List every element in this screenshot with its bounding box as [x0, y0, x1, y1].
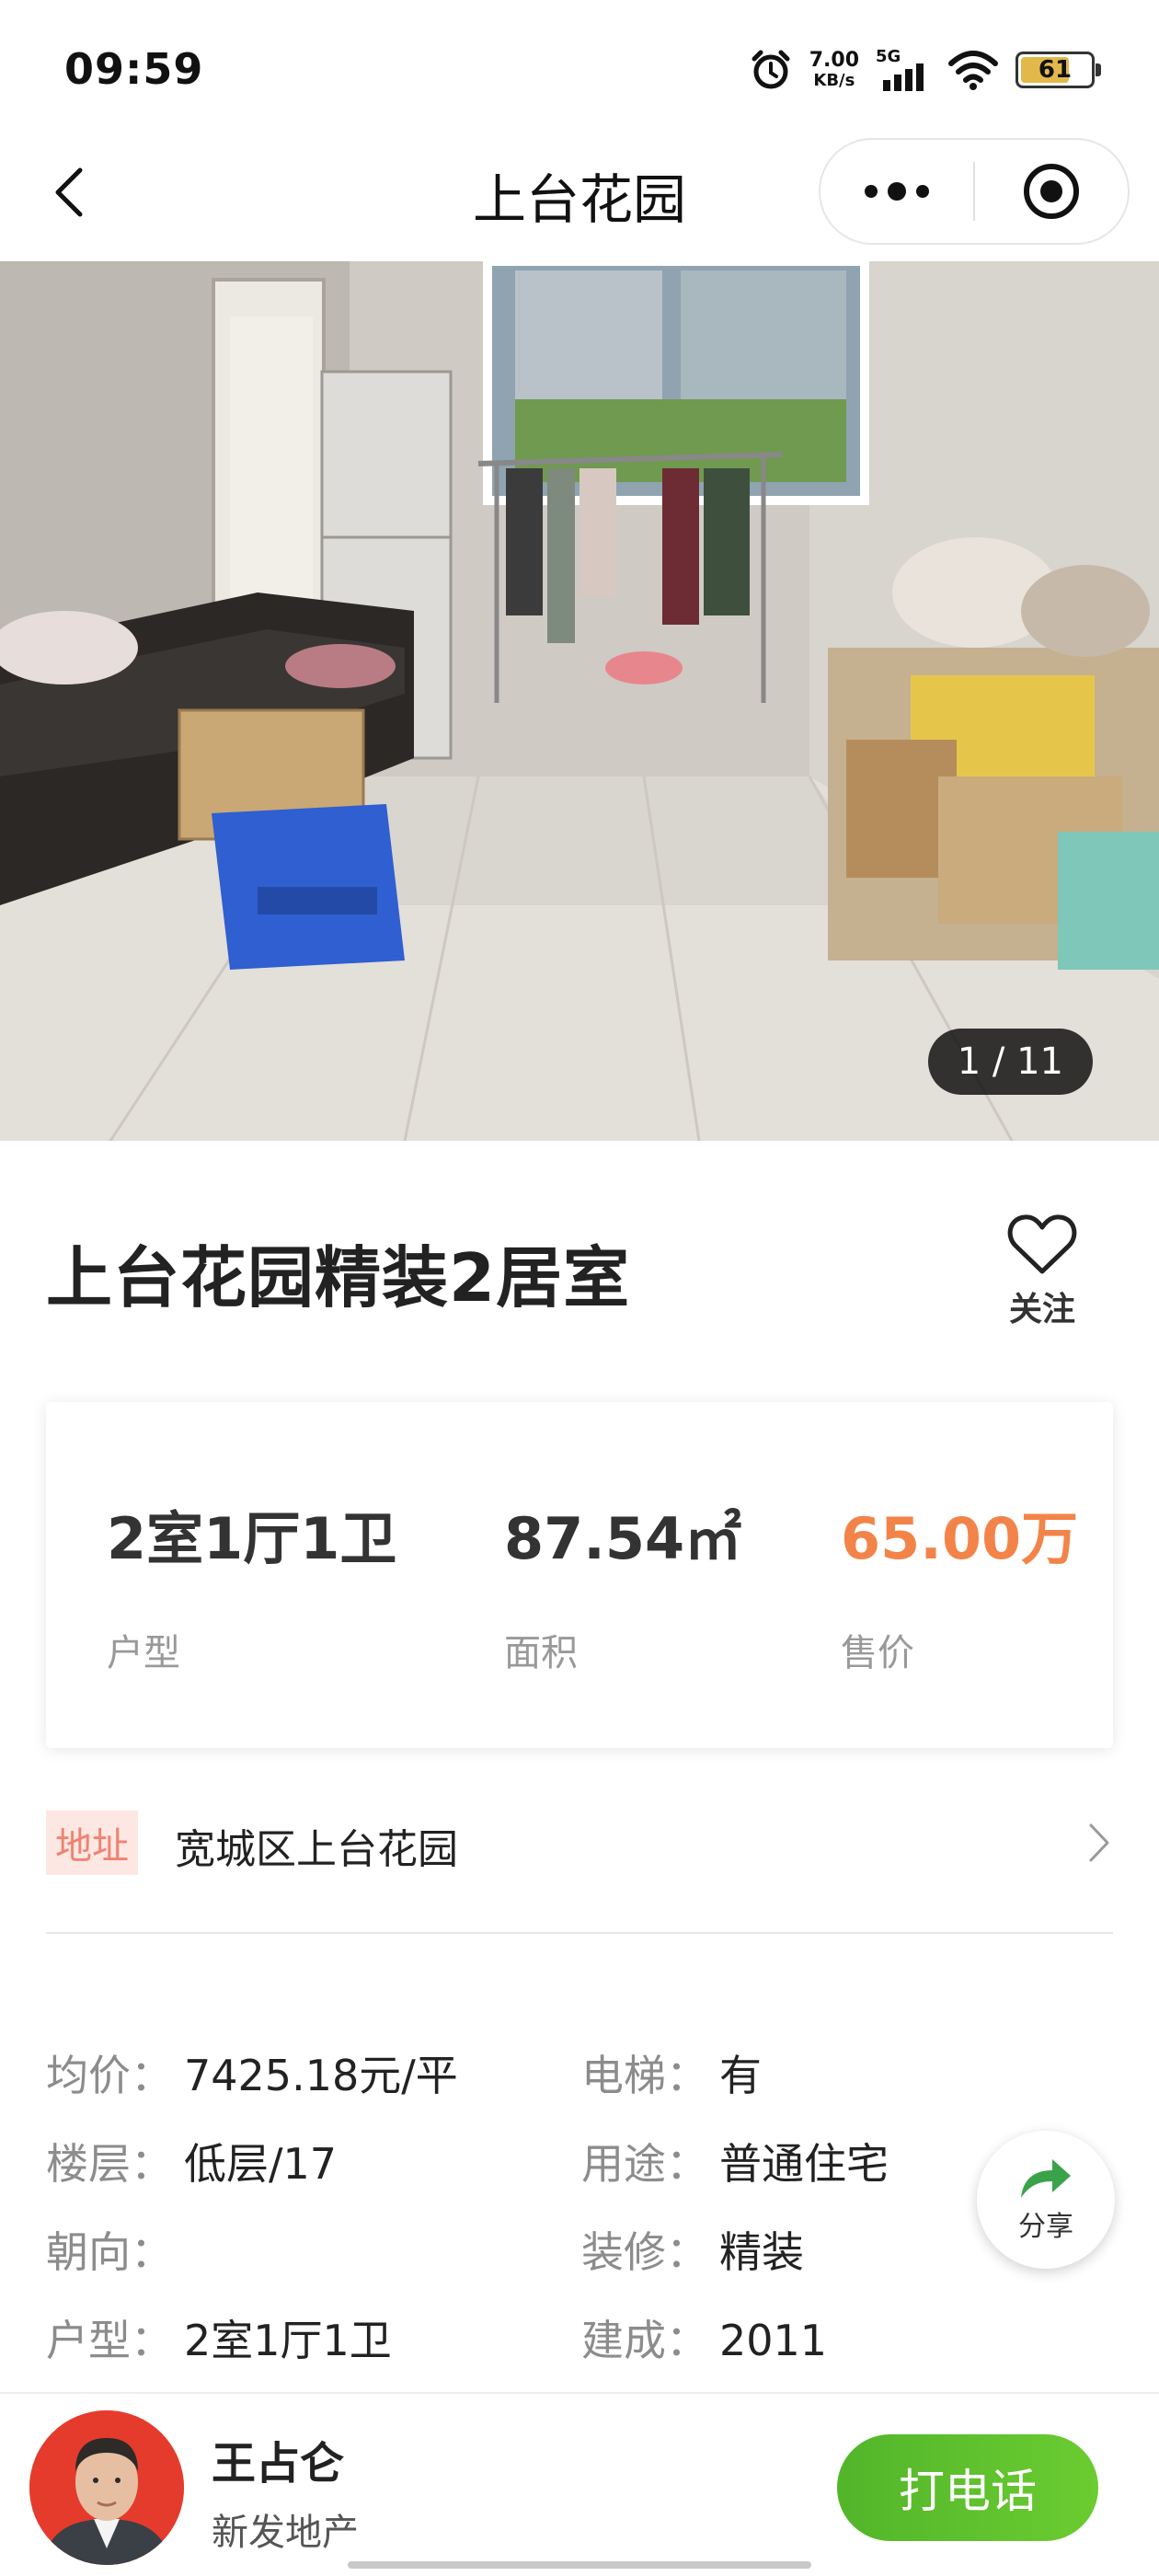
photo-counter: 1 / 11 — [927, 1029, 1093, 1095]
address-text: 宽城区上台花园 — [175, 1826, 458, 1873]
price-label: 售价 — [841, 1632, 914, 1674]
share-label: 分享 — [1018, 2211, 1073, 2243]
listing-title: 上台花园精装2居室 — [46, 1239, 631, 1317]
share-arrow-icon — [1021, 2159, 1071, 2198]
chevron-right-icon — [1089, 1823, 1109, 1862]
status-time: 09:59 — [64, 44, 204, 94]
wifi-icon — [948, 51, 998, 90]
avatar[interactable] — [29, 2410, 184, 2565]
agent-company: 新发地产 — [212, 2512, 359, 2554]
detail-decoration: 装修： 精装 — [581, 2219, 804, 2280]
detail-label: 建成： — [581, 2316, 708, 2365]
battery-level: 61 — [1038, 56, 1073, 84]
home-indicator — [348, 2561, 811, 2569]
price-value: 65.00万 — [841, 1505, 1079, 1572]
network-speed: 7.00 KB/s — [809, 51, 859, 89]
call-button[interactable]: 打电话 — [837, 2434, 1098, 2541]
status-icons: 7.00 KB/s 5G 61 — [749, 44, 1101, 96]
area-label: 面积 — [504, 1632, 578, 1674]
detail-floor: 楼层： 低层/17 — [46, 2131, 337, 2191]
summary-layout: 2室1厅1卫 户型 — [107, 1492, 396, 1676]
detail-usage: 用途： 普通住宅 — [581, 2131, 889, 2191]
agent-name: 王占仑 — [212, 2438, 345, 2490]
speed-value: 7.00 — [809, 49, 859, 72]
speed-unit: KB/s — [813, 71, 855, 90]
status-bar: 09:59 7.00 KB/s 5G 61 — [0, 0, 1159, 138]
detail-elevator: 电梯：有 — [581, 2042, 762, 2103]
alarm-icon — [752, 50, 790, 89]
detail-value: 2011 — [719, 2316, 828, 2365]
area-value: 87.54㎡ — [504, 1505, 742, 1572]
detail-value: 2室1厅1卫 — [184, 2316, 392, 2365]
nav-bar: 上台花园 — [0, 138, 1159, 261]
detail-label: 用途： — [581, 2139, 708, 2189]
close-miniprogram-button[interactable] — [975, 140, 1128, 243]
detail-type: 户型： 2室1厅1卫 — [46, 2307, 392, 2368]
detail-value: 精装 — [719, 2227, 804, 2277]
detail-value: 7425.18元/平 — [184, 2051, 458, 2100]
network-type: 5G — [876, 47, 901, 66]
summary-area: 87.54㎡ 面积 — [504, 1492, 741, 1676]
detail-label: 电梯： — [581, 2051, 708, 2100]
agent-photo — [29, 2410, 184, 2565]
follow-button[interactable]: 关注 — [992, 1213, 1093, 1330]
target-close-icon — [1024, 164, 1079, 219]
miniprogram-capsule — [819, 138, 1130, 245]
follow-label: 关注 — [1008, 1291, 1075, 1328]
detail-avg-price: 均价： 7425.18元/平 — [46, 2042, 458, 2103]
layout-value: 2室1厅1卫 — [107, 1505, 397, 1572]
property-photo[interactable]: 1 / 11 — [0, 261, 1159, 1141]
heart-icon — [1007, 1214, 1077, 1274]
summary-card: 2室1厅1卫 户型 87.54㎡ 面积 65.00万 售价 — [46, 1402, 1113, 1748]
address-tag: 地址 — [46, 1811, 138, 1875]
detail-value: 有 — [719, 2051, 762, 2100]
summary-price: 65.00万 售价 — [841, 1492, 1078, 1676]
address-row[interactable]: 地址 宽城区上台花园 — [46, 1805, 1113, 1934]
detail-label: 朝向： — [46, 2227, 173, 2277]
detail-label: 均价： — [46, 2051, 173, 2100]
signal-5g-icon: 5G — [876, 47, 924, 91]
detail-value: 普通住宅 — [719, 2139, 889, 2189]
detail-label: 户型： — [46, 2316, 173, 2365]
more-dots-icon — [865, 182, 929, 201]
detail-label: 装修： — [581, 2227, 708, 2277]
share-button[interactable]: 分享 — [977, 2131, 1115, 2269]
detail-built: 建成： 2011 — [581, 2307, 827, 2368]
detail-orientation: 朝向： — [46, 2219, 184, 2280]
agent-bar: 王占仑 新发地产 打电话 — [0, 2392, 1159, 2576]
more-button[interactable] — [820, 140, 973, 243]
detail-label: 楼层： — [46, 2139, 173, 2189]
battery-icon: 61 — [1016, 52, 1101, 88]
layout-label: 户型 — [107, 1632, 180, 1674]
detail-value: 低层/17 — [184, 2139, 338, 2189]
room-photo-image — [0, 261, 1159, 1141]
